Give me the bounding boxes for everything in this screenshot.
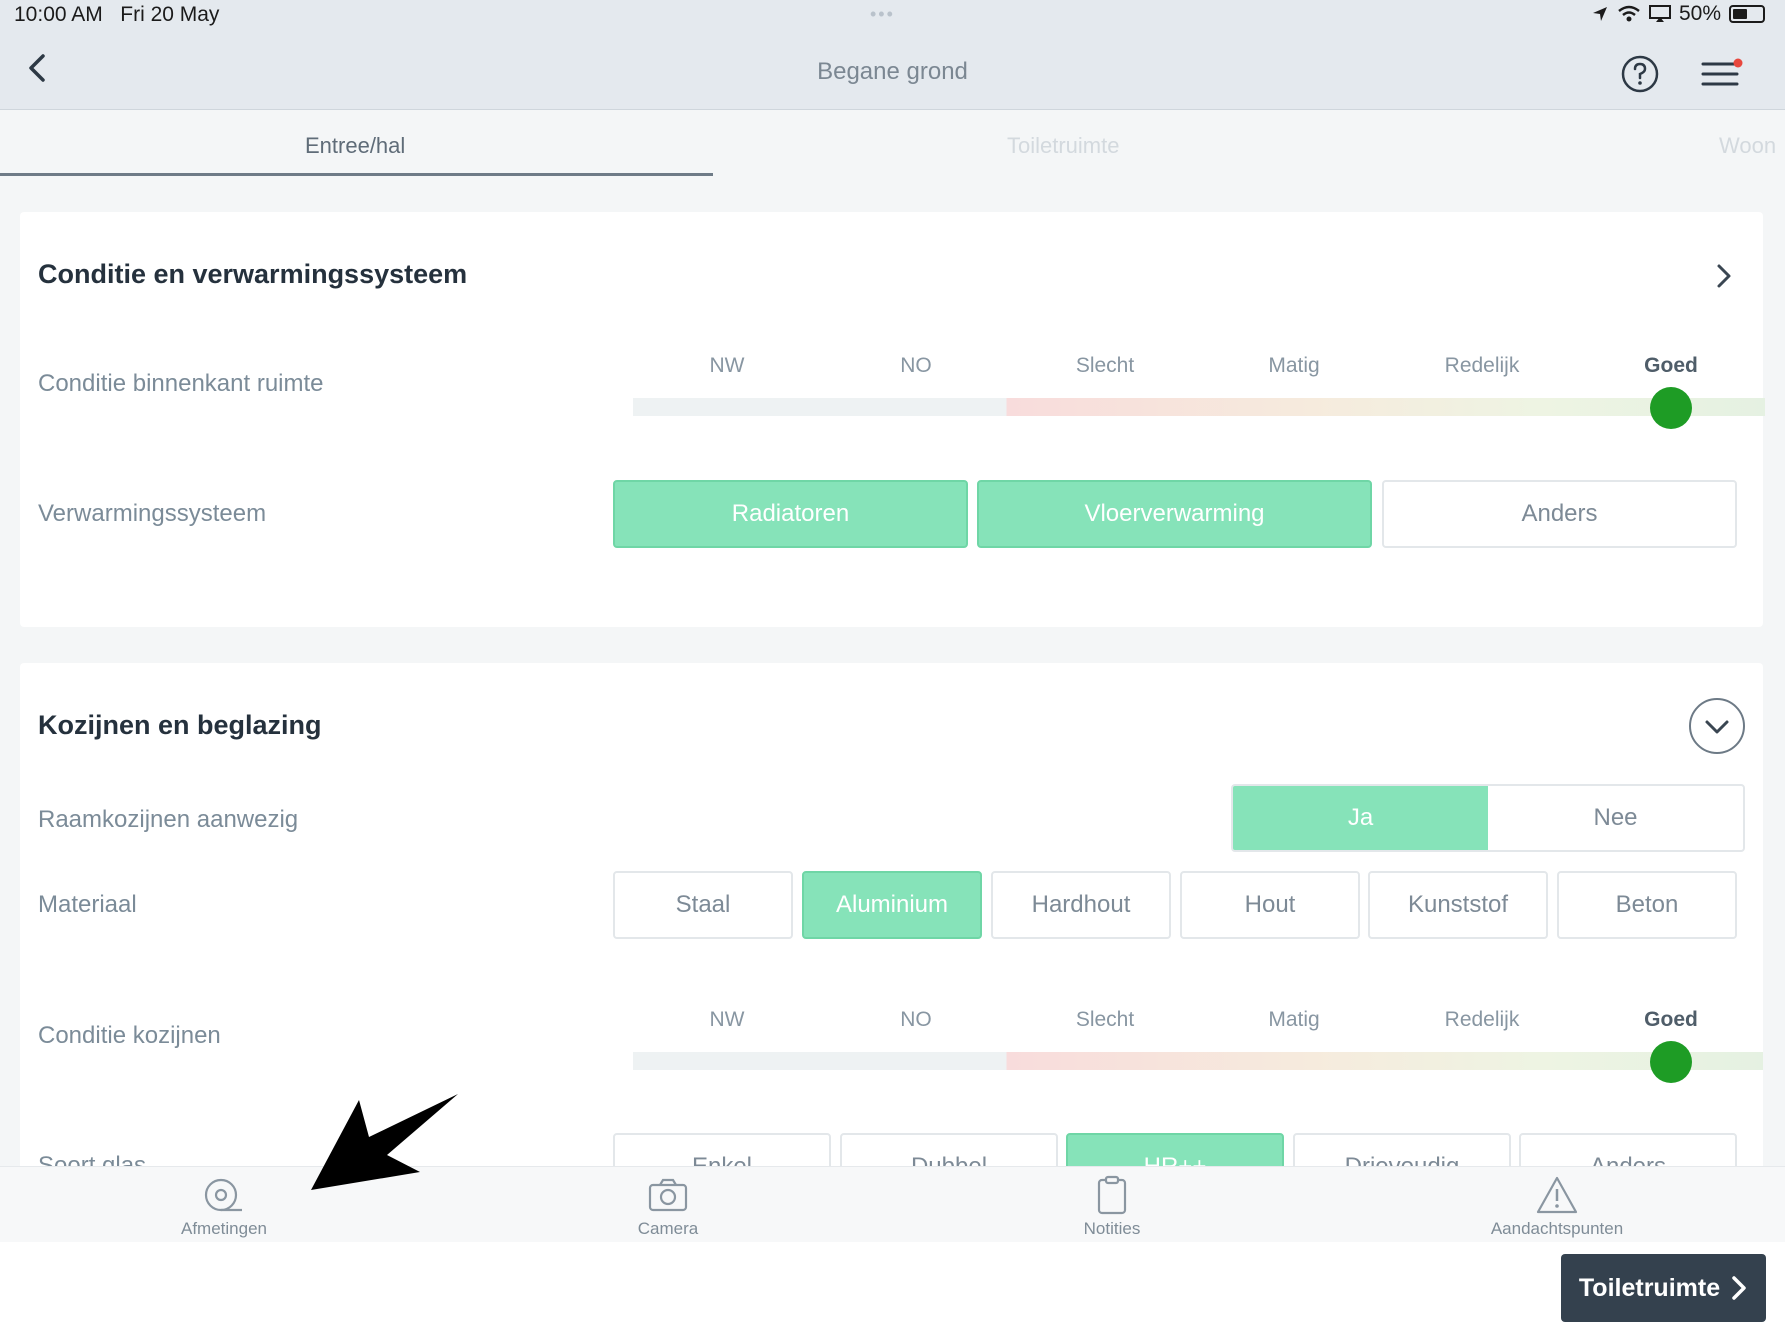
scale-label-slecht[interactable]: Slecht <box>1076 354 1134 378</box>
location-icon <box>1592 7 1607 21</box>
help-icon[interactable] <box>1620 54 1660 94</box>
status-icons: 50% <box>1591 2 1765 26</box>
option-aluminium[interactable]: Aluminium <box>802 871 982 939</box>
tab-toiletruimte[interactable]: Toiletruimte <box>1007 133 1119 159</box>
option-anders[interactable]: Anders <box>1382 480 1737 548</box>
scale-label-goed[interactable]: Goed <box>1644 354 1698 378</box>
scale-label-nw[interactable]: NW <box>710 354 745 378</box>
collapse-button[interactable] <box>1689 698 1745 754</box>
option-radiatoren[interactable]: Radiatoren <box>613 480 968 548</box>
battery-percent: 50% <box>1678 2 1721 25</box>
scale-label-matig[interactable]: Matig <box>1268 1008 1319 1032</box>
option-nee[interactable]: Nee <box>1488 786 1743 850</box>
scale-knob[interactable] <box>1650 387 1692 429</box>
scale-label-nw[interactable]: NW <box>710 1008 745 1032</box>
chevron-right-icon <box>1732 1276 1746 1300</box>
multitasking-dots[interactable]: ••• <box>870 4 895 25</box>
option-drievoudig[interactable]: Drievoudig <box>1293 1133 1511 1166</box>
status-bar: 10:00 AM Fri 20 May ••• 50% <box>0 0 1785 30</box>
footer <box>0 1242 1785 1329</box>
wifi-icon <box>1618 5 1640 22</box>
glass-type-label: Soort glas <box>38 1152 147 1166</box>
heating-label: Verwarmingssysteem <box>38 500 267 527</box>
toolbar-label: Aandachtspunten <box>1490 1219 1624 1238</box>
status-time: 10:00 AM Fri 20 May <box>14 3 220 26</box>
section-card-frames-glazing: Kozijnen en beglazing Raamkozijnen aanwe… <box>20 663 1763 1166</box>
option-anders-glass[interactable]: Anders <box>1519 1133 1737 1166</box>
option-hardhout[interactable]: Hardhout <box>991 871 1171 939</box>
option-dubbel[interactable]: Dubbel <box>840 1133 1058 1166</box>
condition-scale[interactable]: NW NO Slecht Matig Redelijk Goed <box>633 354 1765 429</box>
option-beton[interactable]: Beton <box>1557 871 1737 939</box>
option-ja[interactable]: Ja <box>1233 786 1488 850</box>
option-staal[interactable]: Staal <box>613 871 793 939</box>
warning-triangle-icon <box>1536 1176 1578 1214</box>
scale-label-matig[interactable]: Matig <box>1268 354 1319 378</box>
tab-woon[interactable]: Woon <box>1719 133 1776 159</box>
toolbar-notities[interactable]: Notities <box>1012 1175 1212 1239</box>
annotation-arrow-icon <box>311 1094 458 1190</box>
scale-label-no[interactable]: NO <box>900 354 932 378</box>
scale-track[interactable] <box>633 1052 1763 1070</box>
screen-mirror-icon <box>1648 5 1671 22</box>
measuring-tape-icon <box>204 1178 242 1212</box>
nav-bar: Begane grond <box>0 30 1785 110</box>
toolbar-camera[interactable]: Camera <box>568 1175 768 1239</box>
clipboard-icon <box>1097 1175 1127 1215</box>
battery-icon <box>1729 5 1765 23</box>
option-enkel[interactable]: Enkel <box>613 1133 831 1166</box>
section-title: Kozijnen en beglazing <box>38 710 322 740</box>
next-button-label: Toiletruimte <box>1578 1273 1721 1302</box>
tab-entree-hal[interactable]: Entree/hal <box>305 133 405 159</box>
bottom-toolbar: Afmetingen Camera Notities Aandachtspunt… <box>0 1166 1785 1242</box>
active-tab-indicator <box>0 173 713 176</box>
section-title: Conditie en verwarmingssysteem <box>38 259 468 289</box>
scale-knob[interactable] <box>1650 1041 1692 1083</box>
scale-label-redelijk[interactable]: Redelijk <box>1445 1008 1520 1032</box>
frames-present-toggle: Ja Nee <box>1231 784 1745 852</box>
scale-track[interactable] <box>633 398 1765 416</box>
scale-label-goed[interactable]: Goed <box>1644 1008 1698 1032</box>
chevron-down-icon <box>1705 720 1729 734</box>
toolbar-label: Afmetingen <box>181 1219 267 1238</box>
frame-condition-scale[interactable]: NW NO Slecht Matig Redelijk Goed <box>633 1008 1763 1083</box>
toolbar-aandachtspunten[interactable]: Aandachtspunten <box>1457 1175 1657 1239</box>
menu-icon[interactable] <box>1700 54 1744 94</box>
page-title: Begane grond <box>817 58 968 85</box>
option-vloerverwarming[interactable]: Vloerverwarming <box>977 480 1372 548</box>
frame-condition-label: Conditie kozijnen <box>38 1022 221 1049</box>
option-hout[interactable]: Hout <box>1180 871 1360 939</box>
frames-present-label: Raamkozijnen aanwezig <box>38 806 299 833</box>
scale-label-no[interactable]: NO <box>900 1008 932 1032</box>
scale-label-redelijk[interactable]: Redelijk <box>1445 354 1520 378</box>
option-hr-plus-plus[interactable]: HR++ <box>1066 1133 1284 1166</box>
toolbar-label: Notities <box>1083 1219 1141 1238</box>
option-kunststof[interactable]: Kunststof <box>1368 871 1548 939</box>
room-tabs: Entree/hal Toiletruimte Woon <box>0 111 1785 177</box>
chevron-right-icon[interactable] <box>1712 260 1736 292</box>
next-room-button[interactable]: Toiletruimte <box>1561 1254 1766 1322</box>
section-card-condition-heating: Conditie en verwarmingssysteem Conditie … <box>20 212 1765 627</box>
toolbar-afmetingen[interactable]: Afmetingen <box>124 1175 324 1239</box>
condition-label: Conditie binnenkant ruimte <box>38 370 324 397</box>
camera-icon <box>648 1178 688 1212</box>
scale-label-slecht[interactable]: Slecht <box>1076 1008 1134 1032</box>
material-label: Materiaal <box>38 891 137 918</box>
toolbar-label: Camera <box>637 1219 699 1238</box>
